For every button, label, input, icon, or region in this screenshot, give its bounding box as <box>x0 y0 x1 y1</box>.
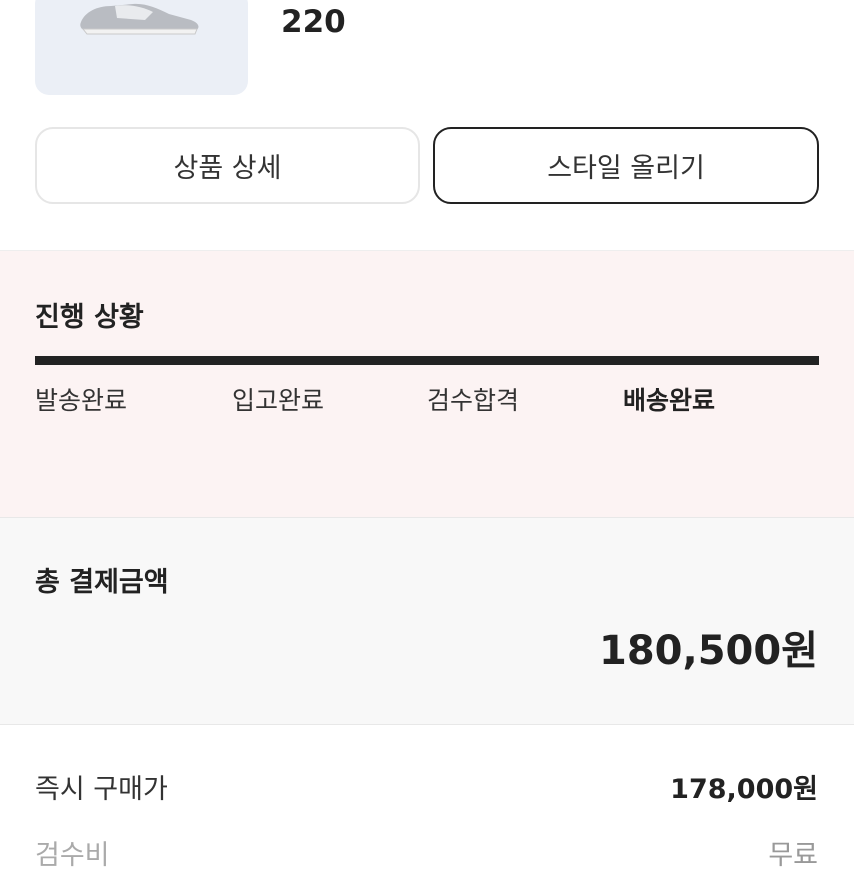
product-detail-label: 상품 상세 <box>173 153 282 184</box>
inspection-fee-value: 무료 <box>768 840 818 871</box>
post-style-label: 스타일 올리기 <box>547 153 705 184</box>
total-payment-section: 총 결제금액 180,500원 <box>0 517 854 724</box>
step-inspected: 검수합격 <box>427 386 520 415</box>
product-detail-button[interactable]: 상품 상세 <box>35 127 420 204</box>
product-image[interactable] <box>35 0 248 95</box>
post-style-button[interactable]: 스타일 올리기 <box>433 127 819 204</box>
total-payment-amount: 180,500원 <box>599 628 818 674</box>
progress-bar <box>35 356 819 365</box>
step-received: 입고완료 <box>232 386 325 415</box>
step-delivered: 배송완료 <box>623 386 716 415</box>
instant-buy-price-label: 즉시 구매가 <box>35 774 168 805</box>
progress-bar-fill <box>35 356 819 365</box>
payment-breakdown: 즉시 구매가 178,000원 검수비 무료 <box>0 724 854 871</box>
progress-section: 진행 상황 발송완료 입고완료 검수합격 배송완료 <box>0 250 854 517</box>
total-payment-title: 총 결제금액 <box>35 567 169 598</box>
step-shipped: 발송완료 <box>35 386 128 415</box>
sneaker-icon <box>80 3 199 35</box>
instant-buy-price-value: 178,000원 <box>670 774 818 805</box>
inspection-fee-label: 검수비 <box>35 840 110 871</box>
product-summary: 220 상품 상세 스타일 올리기 <box>0 0 854 250</box>
product-size: 220 <box>281 4 346 40</box>
progress-title: 진행 상황 <box>35 302 144 333</box>
